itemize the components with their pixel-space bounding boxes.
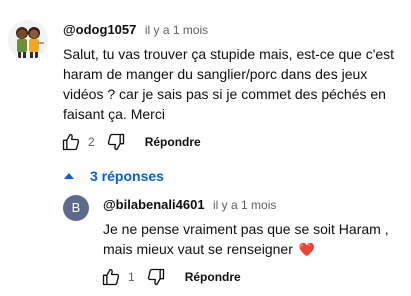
reply-text-block: Je ne pense vraiment pas que se soit Har… xyxy=(103,219,399,260)
reply-button[interactable]: Répondre xyxy=(145,135,201,149)
comment-timestamp[interactable]: il y a 1 mois xyxy=(145,23,208,37)
dislike-button[interactable] xyxy=(105,131,127,153)
comment-action-bar: 2 Répondre xyxy=(60,130,201,154)
cartoon-avatar-icon xyxy=(8,20,48,60)
reply-like-count: 1 xyxy=(128,270,135,284)
like-count: 2 xyxy=(88,135,95,149)
reply-action-bar: 1 Répondre xyxy=(100,265,241,289)
thumbs-down-icon xyxy=(107,133,124,151)
reply-author[interactable]: @bilabenali4601 xyxy=(103,197,205,212)
reply-avatar[interactable]: B xyxy=(63,195,89,221)
comment-header: @odog1057 il y a 1 mois xyxy=(63,22,208,38)
chevron-up-icon xyxy=(64,173,74,179)
like-button[interactable] xyxy=(60,131,82,153)
thumbs-up-icon xyxy=(62,133,80,151)
comment-text: Salut, tu vas trouver ça stupide mais, e… xyxy=(63,46,395,122)
reply-dislike-button[interactable] xyxy=(145,266,167,288)
thumbs-up-icon xyxy=(102,268,120,286)
reply-timestamp[interactable]: il y a 1 mois xyxy=(213,198,276,212)
replies-count-label: 3 réponses xyxy=(90,168,164,184)
reply-reply-button[interactable]: Répondre xyxy=(185,270,241,284)
replies-toggle-button[interactable]: 3 réponses xyxy=(64,167,164,185)
reply-header: @bilabenali4601 il y a 1 mois xyxy=(103,197,276,213)
reply-text: Je ne pense vraiment pas que se soit Har… xyxy=(103,221,389,257)
reply-like-button[interactable] xyxy=(100,266,122,288)
avatar[interactable] xyxy=(8,20,48,60)
heart-emoji-icon: ❤️ xyxy=(298,242,315,257)
comment-thread: @odog1057 il y a 1 mois Salut, tu vas tr… xyxy=(0,0,411,296)
comment-author[interactable]: @odog1057 xyxy=(63,22,136,37)
thumbs-down-icon xyxy=(147,268,164,286)
